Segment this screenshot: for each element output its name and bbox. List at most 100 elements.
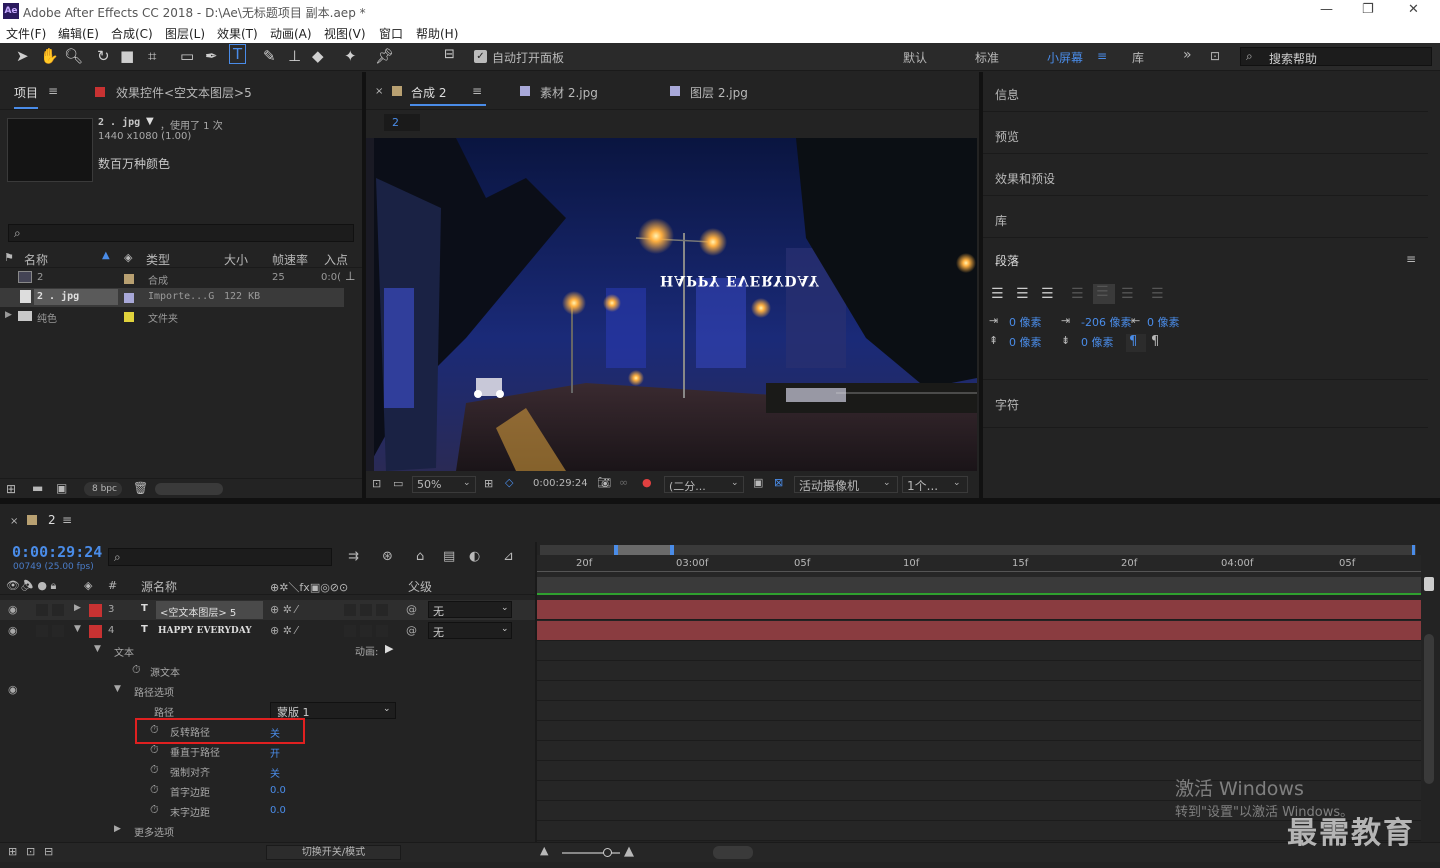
stopwatch-icon[interactable]: ⏱︎ [132, 663, 141, 677]
graph-editor-icon[interactable]: ⊿ [503, 549, 514, 564]
animate-menu-icon[interactable]: ▶ [385, 642, 393, 655]
timeline-menu-icon[interactable]: ≡ [62, 513, 72, 527]
prop-value[interactable]: 关 [270, 765, 280, 780]
layer-name[interactable]: HAPPY EVERYDAY [158, 626, 252, 636]
collapse-arrow-icon[interactable]: ▼ [74, 624, 81, 634]
rotate-tool-icon[interactable]: ↻ [97, 47, 110, 65]
horizontal-scrollbar[interactable] [713, 846, 753, 859]
menu-window[interactable]: 窗口 [379, 25, 403, 42]
frame-blending-icon[interactable]: ▤ [443, 549, 455, 564]
layer-row[interactable]: ◉ ▼ 4 T HAPPY EVERYDAY ⊕ ✲ ⁄ @ 无 ⌄ [0, 621, 535, 641]
project-row-folder[interactable]: ▶ 纯色 文件夹 [0, 307, 344, 326]
zoom-out-icon[interactable]: ▲ [540, 844, 548, 857]
parent-select[interactable]: 无 ⌄ [428, 601, 512, 618]
toggle-switches-modes[interactable]: 切换开关/模式 [266, 845, 401, 860]
source-name-header[interactable]: 源名称 [141, 578, 177, 595]
collapse-arrow-icon[interactable]: ▼ [94, 644, 101, 654]
menu-view[interactable]: 视图(V) [324, 25, 366, 42]
roto-brush-icon[interactable]: ✦ [344, 47, 357, 65]
parent-select[interactable]: 无 ⌄ [428, 622, 512, 639]
tab-layer[interactable]: 图层 2.jpg [690, 84, 748, 101]
in-out-icon[interactable]: ⊟ [44, 845, 53, 858]
col-name[interactable]: 名称 [24, 251, 48, 268]
rtl-direction-icon[interactable]: ¶ [1151, 334, 1159, 349]
prop-text[interactable]: ▼ 文本 动画: ▶ [0, 640, 535, 660]
tab-effect-controls[interactable]: 效果控件<空文本图层>5 [116, 84, 252, 101]
zoom-in-icon[interactable]: ▲ [624, 844, 634, 859]
more-workspaces-icon[interactable]: » [1183, 47, 1192, 63]
maximize-icon[interactable]: ❐ [1362, 2, 1374, 17]
stopwatch-icon[interactable]: ⏱︎ [150, 763, 159, 777]
interpret-footage-icon[interactable]: ⊞ [6, 482, 16, 496]
comp-mini-flowchart-icon[interactable]: ⇉ [348, 549, 359, 564]
workspace-library[interactable]: 库 [1132, 49, 1144, 66]
workspace-menu-icon[interactable]: ≡ [1097, 49, 1107, 63]
close-tab-icon[interactable]: × [375, 86, 383, 97]
menu-edit[interactable]: 编辑(E) [58, 25, 99, 42]
character-panel[interactable]: 字符 [983, 380, 1428, 428]
time-navigator-end[interactable] [1424, 577, 1434, 591]
camera-select[interactable]: 活动摄像机 ⌄ [794, 476, 898, 493]
eye-icon[interactable]: ◉ [8, 683, 18, 696]
eraser-tool-icon[interactable]: ◆ [312, 47, 324, 65]
camera-tool-icon[interactable]: ■ [120, 47, 134, 65]
workspace-standard[interactable]: 标准 [975, 49, 999, 66]
prop-path[interactable]: 路径 蒙版 1 ⌄ [0, 700, 535, 720]
region-icon[interactable]: ⊞ [484, 477, 493, 490]
paragraph-menu-icon[interactable]: ≡ [1406, 252, 1416, 266]
prop-value[interactable]: 0.0 [270, 785, 286, 796]
eye-icon[interactable]: ◉ [8, 624, 18, 637]
zoom-select[interactable]: 50% ⌄ [412, 476, 476, 493]
transparency-icon[interactable]: ⊠ [774, 476, 783, 489]
col-fps[interactable]: 帧速率 [272, 251, 308, 268]
menu-effect[interactable]: 效果(T) [217, 25, 258, 42]
shy-layers-icon[interactable]: ⌂ [416, 549, 424, 564]
bit-depth[interactable]: 8 bpc [92, 484, 117, 494]
align-left-icon[interactable]: ☰ [991, 286, 1004, 302]
tab-project[interactable]: 项目 [14, 84, 39, 109]
resolution-select[interactable]: (二分... ⌄ [664, 476, 744, 493]
eye-icon[interactable]: ◉ [8, 603, 18, 616]
selection-tool-icon[interactable]: ➤ [16, 47, 29, 65]
prop-last-margin[interactable]: ⏱︎ 末字边距 0.0 [0, 800, 535, 820]
menu-composition[interactable]: 合成(C) [111, 25, 153, 42]
stopwatch-icon[interactable]: ⏱︎ [150, 803, 159, 817]
display-icon[interactable]: ▭ [393, 477, 403, 490]
justify-last-right-icon[interactable]: ☰ [1121, 286, 1134, 302]
comp-viewer[interactable]: HAPPY EVERYDAY [366, 138, 977, 471]
close-tab-icon[interactable]: × [10, 516, 18, 527]
panel-icon[interactable]: ⊟ [444, 47, 455, 62]
hand-tool-icon[interactable]: ✋ [40, 47, 59, 65]
justify-last-center-icon[interactable]: ☰ [1093, 284, 1115, 304]
new-folder-icon[interactable]: ▬ [32, 481, 43, 495]
layer-name[interactable]: <空文本图层> 5 [160, 604, 236, 619]
trash-icon[interactable]: 🗑︎ [133, 481, 148, 495]
prop-force-alignment[interactable]: ⏱︎ 强制对齐 关 [0, 760, 535, 780]
flowchart-icon[interactable]: ⊥ [345, 269, 355, 283]
workspace-small-screen[interactable]: 小屏幕 [1047, 49, 1083, 66]
project-search-input[interactable]: ⌕ [8, 224, 354, 242]
chevron-down-icon[interactable]: ▼ [146, 116, 154, 127]
new-composition-icon[interactable]: ▣ [56, 481, 67, 495]
col-type[interactable]: 类型 [146, 251, 170, 268]
preview-panel[interactable]: 预览 [983, 114, 1428, 154]
prop-value[interactable]: 开 [270, 745, 280, 760]
stopwatch-icon[interactable]: ⏱︎ [150, 743, 159, 757]
project-menu-icon[interactable]: ≡ [48, 84, 58, 98]
comp-text-layer[interactable]: HAPPY EVERYDAY [660, 272, 820, 288]
justify-last-left-icon[interactable]: ☰ [1071, 286, 1084, 302]
space-after-value[interactable]: 0 像素 [1081, 334, 1114, 350]
auto-open-checkbox[interactable]: ✓ [474, 50, 487, 63]
snapshot-icon[interactable]: 📷︎ [597, 476, 611, 489]
indent-first-value[interactable]: -206 像素 [1081, 314, 1131, 330]
shy-switch-icon[interactable]: ⊕ ✲ ⁄ [270, 603, 297, 616]
indent-left-value[interactable]: 0 像素 [1009, 314, 1042, 330]
project-row-jpg[interactable]: 2 . jpg Importe...G 122 KB [0, 288, 344, 307]
parent-header[interactable]: 父级 [408, 578, 432, 595]
timeline-scrollbar[interactable] [1424, 634, 1434, 784]
expand-arrow-icon[interactable]: ▶ [114, 824, 121, 834]
type-tool-icon[interactable]: T [229, 44, 247, 64]
viewer-timecode[interactable]: 0:00:29:24 [533, 478, 588, 489]
show-snapshot-icon[interactable]: ∞ [619, 476, 628, 489]
minimize-icon[interactable]: — [1320, 2, 1333, 17]
